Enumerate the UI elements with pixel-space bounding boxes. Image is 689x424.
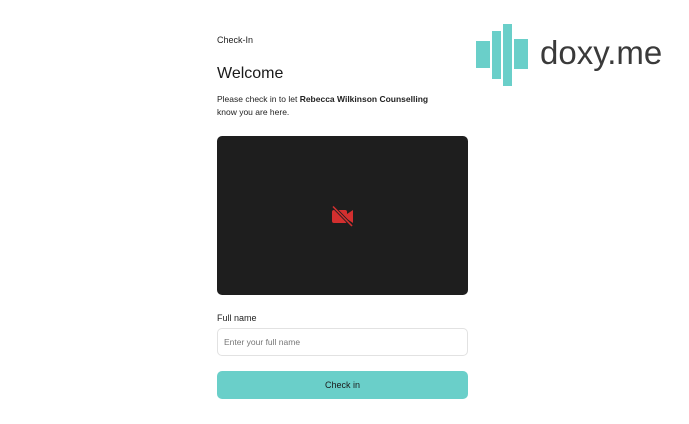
intro-prefix: Please check in to let [217, 94, 300, 104]
checkin-page: Check-In Welcome Please check in to let … [0, 0, 689, 424]
intro-text: Please check in to let Rebecca Wilkinson… [217, 93, 475, 119]
brand-logo: doxy.me [476, 24, 676, 86]
camera-off-icon [331, 205, 354, 227]
full-name-input[interactable] [217, 328, 468, 356]
brand-name: doxy.me [540, 34, 663, 71]
check-in-button[interactable]: Check in [217, 371, 468, 399]
doxy-logo-mark [476, 24, 528, 86]
full-name-label: Full name [217, 313, 257, 323]
video-preview [217, 136, 468, 295]
intro-suffix: know you are here. [217, 107, 290, 117]
provider-name: Rebecca Wilkinson Counselling [299, 94, 429, 104]
breadcrumb: Check-In [217, 35, 254, 45]
checkin-panel: Check-In Welcome Please check in to let … [208, 25, 476, 420]
page-title: Welcome [217, 65, 284, 82]
